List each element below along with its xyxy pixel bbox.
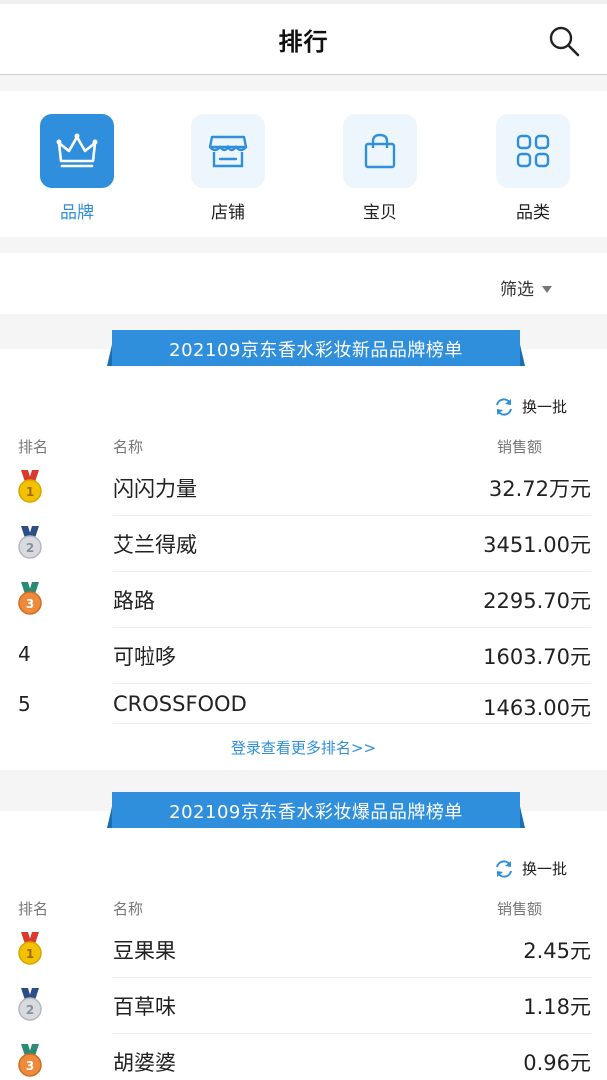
gold-medal-icon: 1: [16, 470, 44, 504]
store-icon: [191, 114, 265, 188]
tab-category[interactable]: 品类: [496, 114, 570, 223]
svg-text:2: 2: [26, 1003, 34, 1017]
tab-brand-label: 品牌: [60, 203, 94, 223]
refresh-icon: [496, 397, 512, 416]
refresh-button[interactable]: 换一批: [494, 396, 567, 417]
filter-bar: 筛选: [0, 253, 607, 314]
row-value: 2.45元: [523, 939, 591, 963]
table-row[interactable]: 5 CROSSFOOD 1463.00元: [0, 678, 607, 724]
tab-store[interactable]: 店铺: [191, 114, 265, 223]
silver-medal-icon: 2: [16, 526, 44, 560]
grid-icon: [496, 114, 570, 188]
row-rank: 4: [18, 642, 31, 666]
row-name: CROSSFOOD: [113, 692, 247, 716]
refresh-button[interactable]: 换一批: [494, 858, 567, 879]
refresh-label: 换一批: [522, 398, 568, 416]
svg-text:3: 3: [26, 1059, 34, 1073]
row-value: 2295.70元: [483, 589, 591, 613]
row-name: 艾兰得威: [113, 533, 197, 557]
category-tabs: 品牌 店铺 宝贝 品类: [0, 91, 607, 237]
tab-item[interactable]: 宝贝: [343, 114, 417, 223]
list-banner-hot: 202109京东香水彩妆爆品品牌榜单: [107, 792, 525, 828]
table-row[interactable]: 4 可啦哆 1603.70元: [0, 628, 607, 684]
col-name: 名称: [113, 900, 144, 918]
table-row[interactable]: 2 艾兰得威 3451.00元: [0, 516, 607, 572]
filter-button[interactable]: 筛选: [500, 275, 552, 300]
row-name: 路路: [113, 589, 155, 613]
svg-text:3: 3: [26, 597, 34, 611]
tab-brand[interactable]: 品牌: [40, 114, 114, 223]
column-header: 排名 名称 销售额: [0, 436, 607, 460]
col-rank: 排名: [18, 900, 49, 918]
caret-down-icon: [542, 286, 552, 293]
col-sales: 销售额: [497, 900, 543, 918]
tab-store-label: 店铺: [211, 203, 245, 223]
col-name: 名称: [113, 438, 144, 456]
row-rank: 5: [18, 692, 31, 716]
table-row[interactable]: 1 豆果果 2.45元: [0, 922, 607, 978]
svg-text:1: 1: [26, 485, 34, 499]
silver-medal-icon: 2: [16, 988, 44, 1022]
bag-icon: [343, 114, 417, 188]
list-banner-new: 202109京东香水彩妆新品品牌榜单: [107, 330, 525, 366]
table-row[interactable]: 3 路路 2295.70元: [0, 572, 607, 628]
search-icon[interactable]: [547, 24, 581, 58]
row-value: 0.96元: [523, 1051, 591, 1075]
refresh-icon: [496, 859, 512, 878]
row-value: 3451.00元: [483, 533, 591, 557]
svg-text:2: 2: [26, 541, 34, 555]
page-header: 排行: [0, 4, 607, 75]
col-rank: 排名: [18, 438, 49, 456]
row-name: 可啦哆: [113, 645, 176, 669]
row-value: 1463.00元: [483, 696, 591, 720]
bronze-medal-icon: 3: [16, 582, 44, 616]
crown-icon: [40, 114, 114, 188]
row-divider: [113, 723, 591, 724]
row-name: 闪闪力量: [113, 477, 197, 501]
row-name: 百草味: [113, 995, 176, 1019]
table-row[interactable]: 2 百草味 1.18元: [0, 978, 607, 1034]
filter-label: 筛选: [500, 280, 534, 300]
refresh-label: 换一批: [522, 860, 568, 878]
row-name: 豆果果: [113, 939, 176, 963]
tab-item-label: 宝贝: [363, 203, 397, 223]
gold-medal-icon: 1: [16, 932, 44, 966]
row-value: 1.18元: [523, 995, 591, 1019]
login-more-link[interactable]: 登录查看更多排名>>: [0, 737, 607, 758]
row-value: 32.72万元: [488, 477, 591, 501]
bronze-medal-icon: 3: [16, 1044, 44, 1078]
table-row[interactable]: 1 闪闪力量 32.72万元: [0, 460, 607, 516]
list-title: 202109京东香水彩妆新品品牌榜单: [169, 340, 463, 361]
tab-category-label: 品类: [516, 203, 550, 223]
row-value: 1603.70元: [483, 645, 591, 669]
row-name: 胡婆婆: [113, 1051, 176, 1075]
svg-text:1: 1: [26, 947, 34, 961]
page-title: 排行: [278, 28, 329, 56]
list-title: 202109京东香水彩妆爆品品牌榜单: [169, 802, 463, 823]
col-sales: 销售额: [497, 438, 543, 456]
table-row[interactable]: 3 胡婆婆 0.96元: [0, 1034, 607, 1080]
column-header: 排名 名称 销售额: [0, 898, 607, 922]
